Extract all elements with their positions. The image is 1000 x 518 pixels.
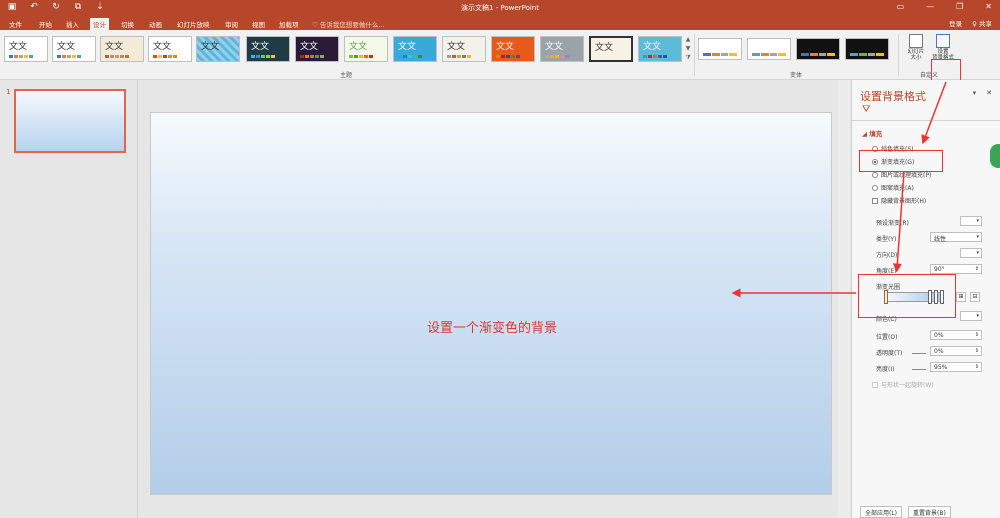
transparency-input[interactable]: 0% ⇕ [930, 346, 982, 356]
fill-section-header[interactable]: ◢ 填充 [862, 128, 882, 138]
restore-icon[interactable]: ❐ [956, 2, 963, 11]
slide-size-button[interactable]: 幻灯片 大小 [903, 34, 929, 68]
theme-thumbnail[interactable]: 文文 [246, 36, 290, 62]
brightness-label: 亮度(I) [876, 366, 895, 373]
hide-background-option[interactable]: 隐藏背景图形(H) [872, 196, 926, 205]
window-controls: ▭ — ❐ ✕ [897, 2, 992, 11]
theme-thumbnail[interactable]: 文文 [344, 36, 388, 62]
side-badge[interactable] [990, 144, 1000, 168]
theme-thumbnail[interactable]: 文文 [589, 36, 633, 62]
sign-in-link[interactable]: 登录 [949, 18, 962, 28]
themes-group-label: 主题 [340, 72, 353, 79]
theme-thumbnail[interactable]: 文文 [295, 36, 339, 62]
slide-thumbnail-pane: 1 [0, 80, 138, 518]
theme-thumbnail[interactable]: 文文 [393, 36, 437, 62]
theme-gallery-scroll[interactable]: ▲ ▼ ⧩ [684, 36, 692, 62]
slide-number: 1 [6, 88, 11, 96]
close-icon[interactable]: ✕ [985, 2, 992, 11]
tab-animations[interactable]: 动画 [146, 18, 165, 30]
share-button[interactable]: ♀ 共享 [972, 18, 992, 28]
position-label: 位置(O) [876, 334, 898, 341]
ribbon: 文文 文文 文文 文文 文文 文文 文文 文文 文文 文文 文文 文文 文文 文… [0, 30, 1000, 109]
vertical-scrollbar[interactable] [838, 80, 850, 518]
ribbon-tabs: 文件 开始 插入 设计 切换 动画 幻灯片放映 审阅 视图 加载项 ♡ 告诉我您… [0, 16, 1000, 30]
account-area: 登录 ♀ 共享 [949, 18, 992, 28]
theme-thumbnail[interactable]: 文文 [148, 36, 192, 62]
pane-controls: ▾ ✕ [973, 89, 992, 97]
preset-gradient-label: 预设渐变(R) [876, 220, 909, 227]
brightness-slider[interactable] [912, 369, 926, 370]
theme-thumbnail[interactable]: 文文 [4, 36, 48, 62]
pane-options-icon[interactable]: ▾ [973, 89, 977, 97]
angle-input[interactable]: 90° ⇕ [930, 264, 982, 274]
slide-canvas[interactable]: 设置一个渐变色的背景 [150, 112, 832, 495]
slide-text[interactable]: 设置一个渐变色的背景 [151, 317, 833, 336]
ribbon-display-icon[interactable]: ▭ [897, 2, 905, 11]
transparency-label: 透明度(T) [876, 350, 903, 357]
type-select[interactable]: 线性 ▾ [930, 232, 982, 243]
group-separator [898, 34, 899, 76]
tab-insert[interactable]: 插入 [63, 18, 82, 30]
variant-thumbnail[interactable] [698, 38, 742, 60]
remove-stop-icon[interactable]: ⊟ [970, 292, 980, 302]
theme-thumbnail[interactable]: 文文 [540, 36, 584, 62]
format-background-icon [936, 34, 950, 48]
tab-home[interactable]: 开始 [36, 18, 55, 30]
tab-review[interactable]: 审阅 [222, 18, 241, 30]
tab-design[interactable]: 设计 [90, 18, 109, 30]
divider [852, 120, 1000, 121]
radio-button[interactable] [872, 184, 878, 191]
preset-gradient-picker[interactable]: ▾ [960, 216, 982, 226]
window-title: 演示文稿1 - PowerPoint [461, 4, 539, 12]
add-stop-icon[interactable]: ⊞ [956, 292, 966, 302]
tab-file[interactable]: 文件 [6, 18, 25, 30]
apply-to-all-button[interactable]: 全部应用(L) [860, 506, 903, 518]
scroll-up-icon[interactable]: ▲ [684, 36, 692, 43]
theme-thumbnail[interactable]: 文文 [638, 36, 682, 62]
pane-close-icon[interactable]: ✕ [986, 89, 992, 97]
more-icon[interactable]: ⧩ [684, 54, 692, 62]
direction-picker[interactable]: ▾ [960, 248, 982, 258]
type-label: 类型(Y) [876, 236, 897, 243]
variant-thumbnail[interactable] [747, 38, 791, 60]
transparency-slider[interactable] [912, 353, 926, 354]
slide-size-icon [909, 34, 923, 48]
reset-background-button[interactable]: 重置背景(B) [908, 506, 951, 518]
direction-label: 方向(D) [876, 252, 898, 259]
color-picker[interactable]: ▾ [960, 311, 982, 321]
theme-thumbnail[interactable]: 文文 [491, 36, 535, 62]
minimize-icon[interactable]: — [926, 2, 934, 11]
tab-view[interactable]: 视图 [249, 18, 268, 30]
tab-transitions[interactable]: 切换 [118, 18, 137, 30]
tell-me-search[interactable]: ♡ 告诉我您想要做什么... [312, 19, 385, 29]
rotate-with-shape-option[interactable]: 与形状一起旋转(W) [872, 380, 934, 389]
variant-thumbnail[interactable] [845, 38, 889, 60]
group-separator [694, 34, 695, 76]
theme-thumbnail[interactable]: 文文 [196, 36, 240, 62]
variant-thumbnail[interactable] [796, 38, 840, 60]
annotation-box [858, 274, 956, 318]
scroll-down-icon[interactable]: ▼ [684, 45, 692, 52]
paint-bucket-icon[interactable]: ⛛ [862, 104, 870, 115]
pane-title: 设置背景格式 [860, 90, 926, 103]
title-bar: ▣ ↶ ↻ ⧉ ⇣ 演示文稿1 - PowerPoint ▭ — ❐ ✕ [0, 0, 1000, 16]
theme-thumbnail[interactable]: 文文 [442, 36, 486, 62]
checkbox[interactable] [872, 381, 878, 388]
variants-group-label: 变体 [790, 72, 803, 79]
position-input[interactable]: 0% ⇕ [930, 330, 982, 340]
checkbox[interactable] [872, 197, 878, 204]
brightness-input[interactable]: 95% ⇕ [930, 362, 982, 372]
theme-thumbnail[interactable]: 文文 [52, 36, 96, 62]
annotation-box [859, 150, 943, 172]
radio-button[interactable] [872, 171, 878, 178]
pattern-fill-option[interactable]: 图案填充(A) [872, 183, 914, 192]
slide-thumbnail[interactable] [14, 89, 126, 153]
tab-slideshow[interactable]: 幻灯片放映 [174, 18, 213, 30]
tab-addins[interactable]: 加载项 [276, 18, 302, 30]
theme-thumbnail[interactable]: 文文 [100, 36, 144, 62]
